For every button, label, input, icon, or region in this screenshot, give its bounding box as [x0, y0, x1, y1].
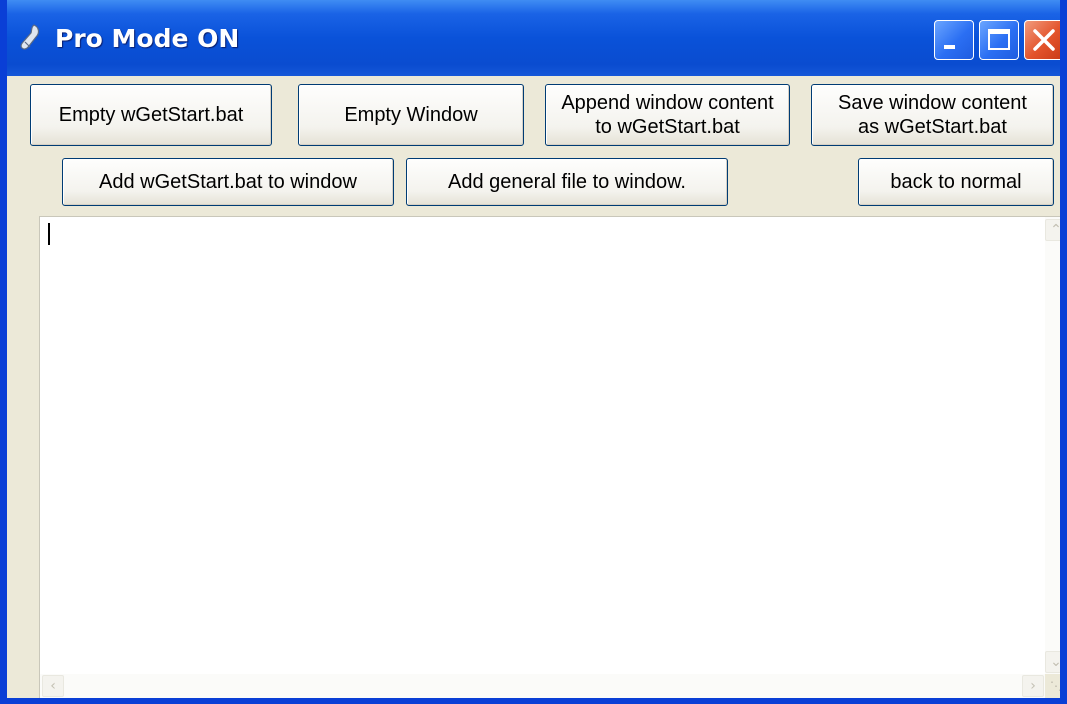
add-general-file-button[interactable]: Add general file to window.	[406, 158, 728, 206]
empty-wgetstart-button[interactable]: Empty wGetStart.bat	[30, 84, 272, 146]
save-window-content-label: Save window content as wGetStart.bat	[837, 92, 1027, 138]
close-icon	[1033, 29, 1055, 51]
maximize-button[interactable]	[979, 20, 1019, 60]
chevron-down-icon[interactable]: ⌄	[1045, 651, 1060, 673]
add-wgetstart-to-window-label: Add wGetStart.bat to window	[99, 171, 357, 193]
horizontal-scrollbar[interactable]: ‹ ›	[40, 674, 1046, 698]
back-to-normal-button[interactable]: back to normal	[858, 158, 1054, 206]
append-window-content-label: Append window content to wGetStart.bat	[561, 92, 774, 138]
add-wgetstart-to-window-button[interactable]: Add wGetStart.bat to window	[62, 158, 394, 206]
size-grip-icon[interactable]: ⋱	[1045, 674, 1060, 698]
vertical-scrollbar[interactable]: ⌃ ⌄	[1045, 217, 1060, 675]
window-title: Pro Mode ON	[55, 24, 240, 53]
close-button[interactable]	[1024, 20, 1060, 60]
app-icon	[20, 24, 40, 50]
empty-window-button[interactable]: Empty Window	[298, 84, 524, 146]
text-caret	[48, 223, 50, 245]
editor-textarea[interactable]: ⌃ ⌄ ‹ › ⋱	[39, 216, 1060, 698]
save-window-content-button[interactable]: Save window content as wGetStart.bat	[811, 84, 1054, 146]
back-to-normal-label: back to normal	[890, 171, 1022, 193]
pro-mode-window: Pro Mode ON Empty wGetStart.bat Empty Wi…	[0, 0, 1067, 704]
empty-window-label: Empty Window	[344, 104, 478, 126]
chevron-right-icon[interactable]: ›	[1022, 675, 1044, 697]
minimize-button[interactable]	[934, 20, 974, 60]
minimize-icon	[944, 45, 955, 49]
chevron-up-icon[interactable]: ⌃	[1045, 219, 1060, 241]
append-window-content-button[interactable]: Append window content to wGetStart.bat	[545, 84, 790, 146]
maximize-icon	[988, 29, 1010, 50]
empty-wgetstart-label: Empty wGetStart.bat	[58, 104, 244, 126]
add-general-file-label: Add general file to window.	[448, 171, 686, 193]
title-bar[interactable]: Pro Mode ON	[7, 0, 1060, 76]
chevron-left-icon[interactable]: ‹	[42, 675, 64, 697]
